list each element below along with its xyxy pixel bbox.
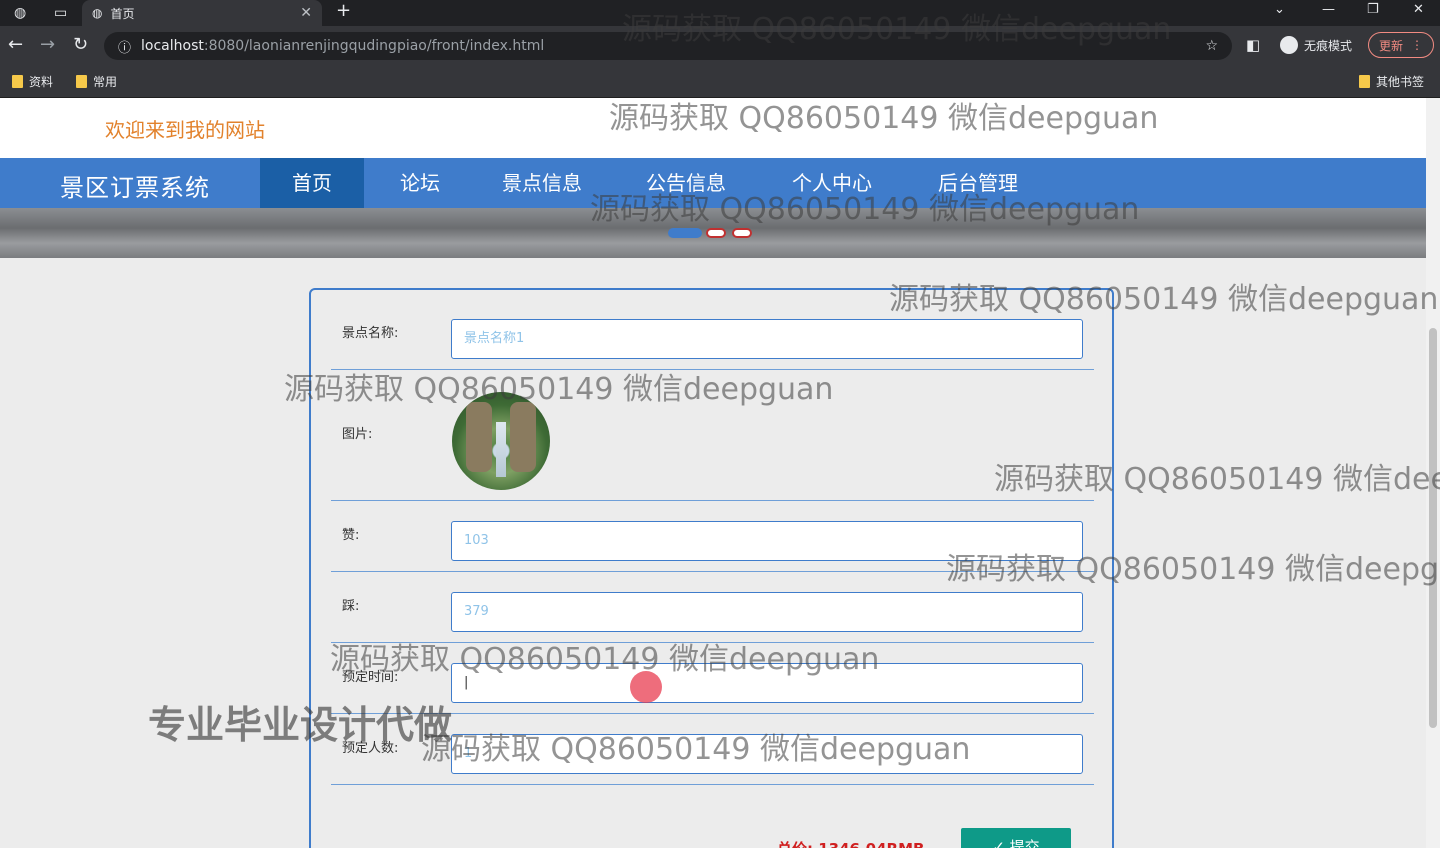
carousel-dot[interactable] <box>732 228 752 238</box>
info-icon[interactable]: ⓘ <box>118 37 131 56</box>
label-image: 图片: <box>342 427 373 442</box>
checkmark-icon: ✓ <box>992 838 1010 848</box>
nav-attractions[interactable]: 景点信息 <box>492 158 592 208</box>
nav-home[interactable]: 首页 <box>260 158 364 208</box>
more-icon: ⋮ <box>1411 38 1424 52</box>
update-button[interactable]: 更新 ⋮ <box>1368 32 1435 58</box>
tab-strip-icon[interactable]: ▭ <box>54 3 67 23</box>
browser-tab[interactable]: ◍ 首页 ✕ <box>82 0 322 26</box>
cliff-shape <box>466 402 492 472</box>
label-dislike: 踩: <box>342 599 360 614</box>
dislike-field[interactable]: 379 <box>451 592 1083 632</box>
side-panel-icon[interactable]: ◧ <box>1246 35 1260 55</box>
folder-icon <box>76 75 87 88</box>
watermark-text: 源码获取 QQ86050149 微信deepguan <box>889 282 1439 317</box>
nav-forum[interactable]: 论坛 <box>380 158 460 208</box>
bookmark-label: 常用 <box>93 75 118 89</box>
waterfall-shape <box>496 422 506 477</box>
forward-icon[interactable]: → <box>40 35 55 55</box>
restore-icon[interactable]: ❐ <box>1367 2 1379 17</box>
star-icon[interactable]: ☆ <box>1205 38 1218 54</box>
submit-label: 提交 <box>1009 838 1040 848</box>
carousel-dot[interactable] <box>706 228 726 238</box>
update-label: 更新 <box>1379 38 1404 53</box>
tab-title: 首页 <box>110 6 135 21</box>
folder-icon <box>1359 75 1370 88</box>
globe-icon: ◍ <box>92 6 103 20</box>
watermark-text: 源码获取 QQ86050149 微信deepguan <box>421 732 971 767</box>
divider <box>331 784 1094 785</box>
watermark-text: 源码获取 QQ86050149 微信dee <box>994 462 1440 497</box>
total-price: 总价: 1346.04RMB <box>777 838 924 848</box>
minimize-icon[interactable]: — <box>1322 2 1335 17</box>
bookmark-label: 资料 <box>29 75 54 89</box>
back-icon[interactable]: ← <box>8 35 23 55</box>
watermark-text: 源码获取 QQ86050149 微信deepguan <box>590 192 1140 227</box>
bookmark-folder-ziliao[interactable]: 资料 <box>12 73 53 90</box>
window-close-icon[interactable]: ✕ <box>1413 2 1424 17</box>
watermark-text: 源码获取 QQ86050149 微信deepguan <box>609 101 1159 136</box>
welcome-text: 欢迎来到我的网站 <box>105 118 265 142</box>
incognito-indicator[interactable]: 无痕模式 <box>1270 32 1362 58</box>
watermark-text: 源码获取 QQ86050149 微信deepguan <box>622 12 1172 47</box>
divider <box>331 500 1094 501</box>
close-icon[interactable]: ✕ <box>300 5 312 21</box>
label-like: 赞: <box>342 528 360 543</box>
incognito-icon <box>1280 36 1298 54</box>
site-brand[interactable]: 景区订票系统 <box>60 168 210 203</box>
cliff-shape <box>510 402 536 472</box>
bookmark-folder-other[interactable]: 其他书签 <box>1359 73 1424 90</box>
watermark-text: 源码获取 QQ86050149 微信deepguan <box>284 372 834 407</box>
bookmark-label: 其他书签 <box>1376 75 1425 89</box>
watermark-text: 源码获取 QQ86050149 微信deepguan <box>330 642 880 677</box>
chevron-down-icon[interactable]: ⌄ <box>1274 2 1285 17</box>
url-path: :8080/laonianrenjingqudingpiao/front/ind… <box>203 38 545 54</box>
incognito-label: 无痕模式 <box>1304 38 1353 53</box>
new-tab-icon[interactable]: + <box>336 1 351 21</box>
bookmark-folder-changyong[interactable]: 常用 <box>76 73 117 90</box>
url-host: localhost <box>141 38 204 54</box>
globe-icon[interactable]: ◍ <box>14 3 26 23</box>
submit-button[interactable]: ✓ 提交 <box>961 828 1071 848</box>
carousel-dot-active[interactable] <box>668 228 702 238</box>
watermark-text: 源码获取 QQ86050149 微信deepgu <box>946 552 1440 587</box>
watermark-large: 专业毕业设计代做 <box>148 703 453 747</box>
attraction-name-field[interactable]: 景点名称1 <box>451 319 1083 359</box>
folder-icon <box>12 75 23 88</box>
scrollbar-thumb[interactable] <box>1429 328 1437 728</box>
label-name: 景点名称: <box>342 326 399 341</box>
reload-icon[interactable]: ↻ <box>73 35 88 55</box>
